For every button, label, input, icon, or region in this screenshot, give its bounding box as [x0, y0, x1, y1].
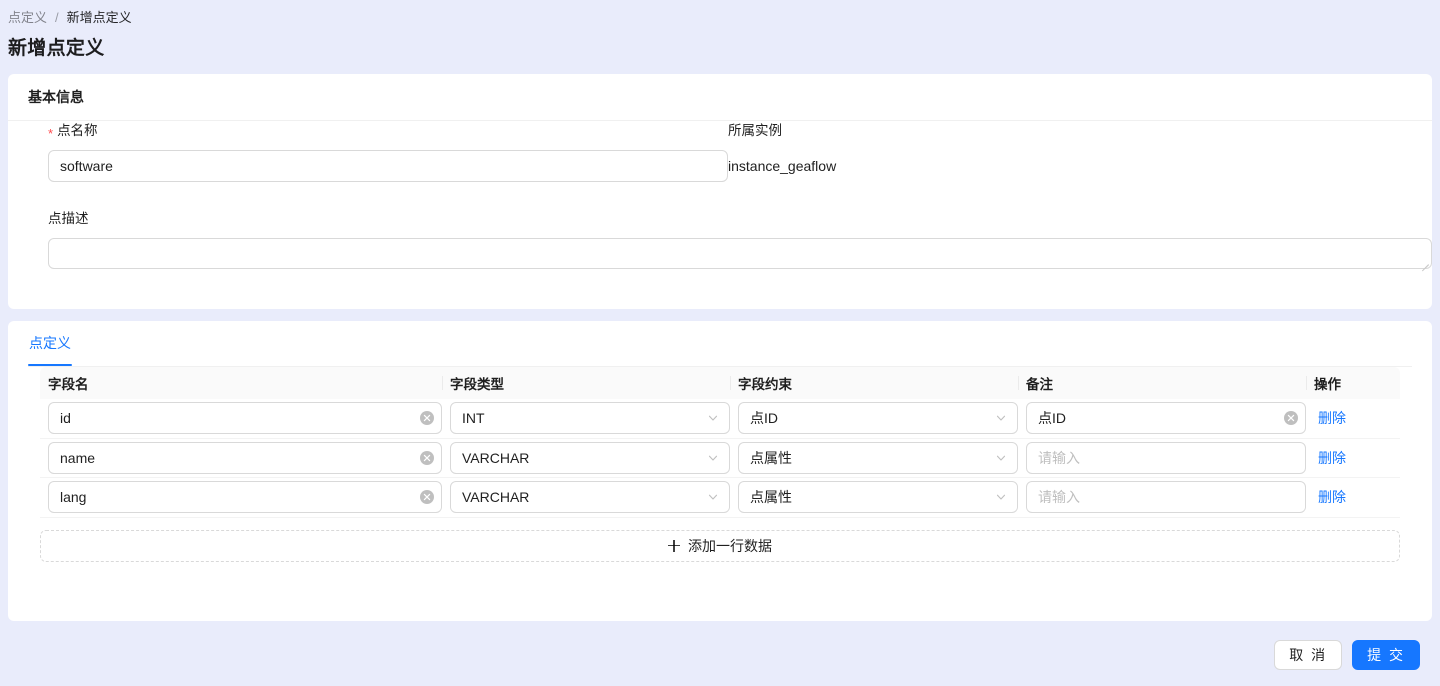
- cell-field-constraint: 点ID: [730, 402, 1018, 435]
- field-name-input-wrapper: id: [48, 402, 442, 435]
- field-name-input-wrapper: lang: [48, 481, 442, 514]
- field-name-input-wrapper: name: [48, 441, 442, 474]
- breadcrumb-parent[interactable]: 点定义: [8, 9, 47, 27]
- cell-field-name: lang: [40, 481, 442, 514]
- instance-field: 所属实例 instance_geaflow: [728, 121, 1408, 182]
- field-type-select[interactable]: INT: [450, 402, 730, 435]
- table-row: id INT 点ID 点ID 删除: [40, 399, 1400, 439]
- table-header-field-name: 字段名: [48, 377, 89, 392]
- cell-field-name: name: [40, 441, 442, 474]
- clear-icon[interactable]: [1284, 411, 1298, 426]
- table-header-row: 字段名 字段类型 字段约束 备注 操作: [40, 367, 1400, 399]
- cell-field-name: id: [40, 402, 442, 435]
- breadcrumb-separator: /: [55, 10, 59, 25]
- chevron-down-icon: [995, 412, 1007, 424]
- delete-row-button[interactable]: 删除: [1314, 448, 1346, 468]
- chevron-down-icon: [707, 412, 719, 424]
- field-name-input[interactable]: lang: [48, 481, 442, 514]
- point-name-input[interactable]: software: [48, 150, 728, 182]
- chevron-down-icon: [707, 452, 719, 464]
- table-header-action: 操作: [1306, 373, 1398, 393]
- add-row-label: 添加一行数据: [688, 537, 772, 554]
- resize-handle-icon[interactable]: [1419, 256, 1429, 272]
- remark-input[interactable]: 请输入: [1026, 441, 1306, 474]
- cell-remark: 请输入: [1018, 441, 1306, 474]
- cell-field-type: INT: [442, 402, 730, 435]
- point-definition-card: 点定义 字段名 字段类型 字段约束 备注 操作 id INT 点ID 点ID 删…: [8, 321, 1432, 621]
- instance-label: 所属实例: [728, 121, 1408, 141]
- tab-bar: 点定义: [28, 321, 1412, 367]
- table-header-remark: 备注: [1018, 373, 1306, 393]
- point-description-label: 点描述: [48, 209, 1432, 229]
- delete-row-button[interactable]: 删除: [1314, 487, 1346, 507]
- cancel-button[interactable]: 取 消: [1274, 640, 1343, 670]
- breadcrumb: 点定义 / 新增点定义: [8, 9, 132, 27]
- field-constraint-select[interactable]: 点属性: [738, 441, 1018, 474]
- basic-info-row-1: * 点名称 software 所属实例 instance_geaflow: [28, 121, 1412, 209]
- add-row-button[interactable]: 添加一行数据: [40, 529, 1400, 562]
- clear-icon[interactable]: [420, 450, 434, 465]
- cell-field-type: VARCHAR: [442, 481, 730, 514]
- page-root: 点定义 / 新增点定义 新增点定义 基本信息 * 点名称 software 所属…: [0, 0, 1440, 686]
- basic-info-card-header: 基本信息: [8, 74, 1432, 121]
- plus-icon: [668, 539, 680, 552]
- field-name-input[interactable]: id: [48, 402, 442, 435]
- basic-info-card-title: 基本信息: [28, 89, 84, 105]
- point-description-textarea[interactable]: [48, 238, 1432, 272]
- instance-label-text: 所属实例: [728, 123, 782, 138]
- cell-field-constraint: 点属性: [730, 481, 1018, 514]
- field-constraint-select[interactable]: 点ID: [738, 402, 1018, 435]
- table-header-field-type: 字段类型: [442, 373, 730, 393]
- required-asterisk-icon: *: [48, 125, 54, 141]
- cell-action: 删除: [1306, 487, 1398, 507]
- remark-input[interactable]: 点ID: [1026, 402, 1306, 435]
- page-title: 新增点定义: [8, 38, 105, 59]
- cell-remark: 请输入: [1018, 481, 1306, 514]
- field-type-select[interactable]: VARCHAR: [450, 441, 730, 474]
- cell-action: 删除: [1306, 408, 1398, 428]
- chevron-down-icon: [995, 452, 1007, 464]
- cell-field-type: VARCHAR: [442, 441, 730, 474]
- delete-row-button[interactable]: 删除: [1314, 408, 1346, 428]
- basic-info-card: 基本信息 * 点名称 software 所属实例 instance_geaflo…: [8, 74, 1432, 309]
- chevron-down-icon: [995, 491, 1007, 503]
- remark-input[interactable]: 请输入: [1026, 481, 1306, 514]
- clear-icon[interactable]: [420, 411, 434, 426]
- field-constraint-select[interactable]: 点属性: [738, 481, 1018, 514]
- remark-input-wrapper: 请输入: [1026, 441, 1306, 474]
- basic-info-card-body: * 点名称 software 所属实例 instance_geaflow 点描述: [8, 121, 1432, 272]
- remark-input-wrapper: 点ID: [1026, 402, 1306, 435]
- field-name-input[interactable]: name: [48, 441, 442, 474]
- breadcrumb-current: 新增点定义: [66, 10, 132, 25]
- point-name-field: * 点名称 software: [48, 121, 728, 182]
- footer-actions: 取 消 提 交: [0, 640, 1440, 670]
- table-row: lang VARCHAR 点属性 请输入 删除: [40, 478, 1400, 518]
- cell-field-constraint: 点属性: [730, 441, 1018, 474]
- basic-info-row-2: 点描述: [28, 209, 1432, 272]
- clear-icon[interactable]: [420, 490, 434, 505]
- point-description-label-text: 点描述: [48, 211, 89, 226]
- table-header-field-constraint: 字段约束: [730, 373, 1018, 393]
- cell-action: 删除: [1306, 448, 1398, 468]
- tab-point-definition[interactable]: 点定义: [28, 321, 72, 366]
- table-row: name VARCHAR 点属性 请输入 删除: [40, 439, 1400, 478]
- remark-input-wrapper: 请输入: [1026, 481, 1306, 514]
- field-definition-table: 字段名 字段类型 字段约束 备注 操作 id INT 点ID 点ID 删除 na…: [40, 367, 1400, 518]
- field-type-select[interactable]: VARCHAR: [450, 481, 730, 514]
- cell-remark: 点ID: [1018, 402, 1306, 435]
- instance-value: instance_geaflow: [728, 158, 837, 174]
- chevron-down-icon: [707, 491, 719, 503]
- point-name-label-text: 点名称: [57, 123, 98, 138]
- point-description-field: 点描述: [48, 209, 1432, 272]
- submit-button[interactable]: 提 交: [1352, 640, 1420, 670]
- point-name-label: * 点名称: [48, 121, 728, 141]
